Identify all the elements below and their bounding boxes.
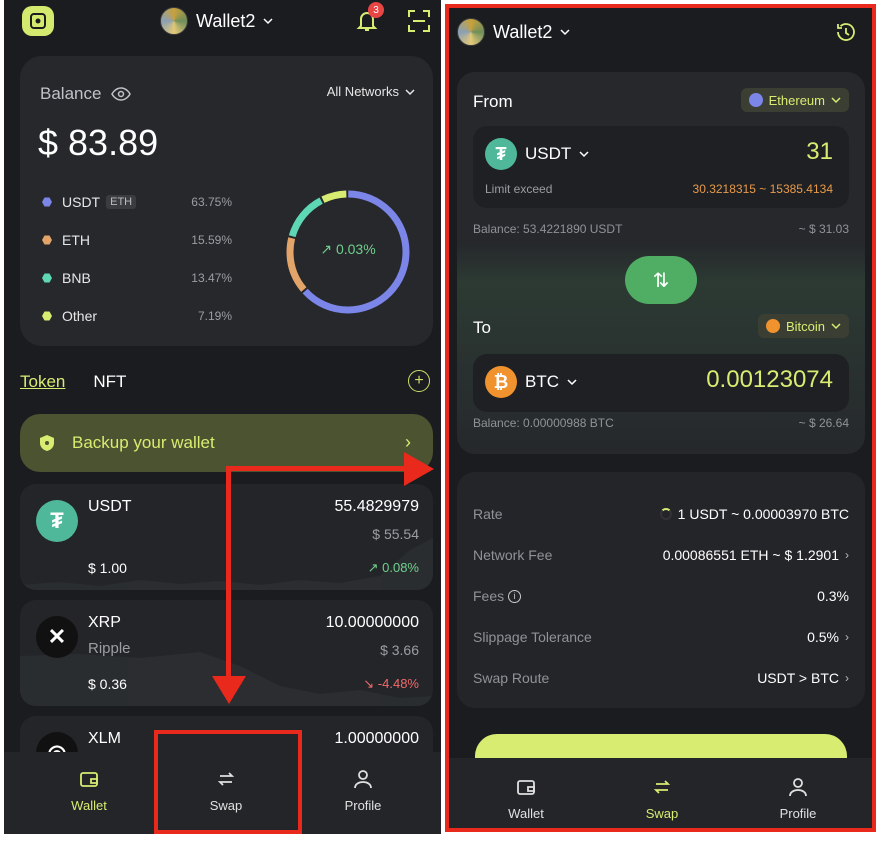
annotation-arrow-right-head xyxy=(404,452,434,486)
tab-token[interactable]: Token xyxy=(20,372,65,392)
asset-tabs: Token NFT xyxy=(20,372,126,392)
token-usd-value: $ 3.66 xyxy=(380,642,419,658)
scan-icon[interactable] xyxy=(406,8,432,34)
profile-icon xyxy=(354,770,372,789)
annotation-swap-screen-highlight xyxy=(445,4,876,832)
nav-wallet[interactable]: Wallet xyxy=(39,768,139,813)
wallet-selector[interactable]: Wallet2 xyxy=(160,6,273,36)
annotation-arrow-down-head xyxy=(212,676,246,704)
balance-change-value: 0.03% xyxy=(335,241,376,257)
allocation-row: USDT ETH 63.75% xyxy=(42,192,232,212)
token-price: $ 0.36 xyxy=(88,676,127,692)
balance-label-text: Balance xyxy=(40,84,102,103)
wallet-name: Wallet2 xyxy=(196,10,256,31)
allocation-dot xyxy=(42,197,52,207)
network-filter[interactable]: All Networks xyxy=(327,84,415,99)
add-token-button[interactable]: + xyxy=(408,370,430,392)
allocation-symbol: USDT xyxy=(62,194,101,210)
annotation-swap-highlight xyxy=(154,730,302,834)
token-symbol: XRP xyxy=(88,614,121,631)
eye-icon[interactable] xyxy=(111,87,132,101)
top-bar: Wallet2 3 xyxy=(4,0,441,44)
nav-profile[interactable]: Profile xyxy=(313,768,413,813)
token-symbol: USDT xyxy=(88,498,132,515)
token-usd-value: $ 55.54 xyxy=(372,526,419,542)
app-logo-icon[interactable] xyxy=(22,6,54,36)
allocation-percent: 7.19% xyxy=(197,309,232,323)
token-amount: 1.00000000 xyxy=(334,730,419,747)
wallet-screen: Wallet2 3 Balance All Networks $ 83.89 U… xyxy=(4,0,441,834)
allocation-tag: ETH xyxy=(106,195,137,209)
allocation-dot xyxy=(42,273,52,283)
backup-label: Backup your wallet xyxy=(72,433,215,452)
screenshot-stage: Wallet2 3 Balance All Networks $ 83.89 U… xyxy=(0,0,877,844)
allocation-dot xyxy=(42,235,52,245)
network-filter-label: All Networks xyxy=(326,84,399,99)
token-change-value: -4.48% xyxy=(377,676,419,691)
annotation-arrow-right-line xyxy=(226,466,412,471)
allocation-dot xyxy=(42,311,52,321)
nav-profile-label: Profile xyxy=(344,798,382,813)
token-amount: 55.4829979 xyxy=(334,498,419,515)
allocation-row: BNB 13.47% xyxy=(42,268,232,288)
xrp-icon: ✕ xyxy=(36,616,78,658)
balance-amount: $ 83.89 xyxy=(38,122,159,163)
annotation-arrow-down-line xyxy=(226,470,231,690)
allocation-percent: 63.75% xyxy=(191,195,232,209)
token-amount: 10.00000000 xyxy=(325,614,419,631)
token-symbol: XLM xyxy=(88,730,121,747)
chevron-down-icon xyxy=(263,18,273,25)
wallet-icon xyxy=(80,772,98,787)
backup-wallet-banner[interactable]: Backup your wallet › xyxy=(20,414,433,472)
allocation-row: Other 7.19% xyxy=(42,306,232,326)
allocation-percent: 13.47% xyxy=(191,271,232,285)
chevron-down-icon xyxy=(405,88,415,95)
balance-card: Balance All Networks $ 83.89 USDT ETH 63… xyxy=(20,56,433,346)
allocation-symbol: Other xyxy=(62,308,98,324)
chevron-right-icon: › xyxy=(405,432,411,452)
token-change: ↗ 0.08% xyxy=(367,560,419,575)
nav-wallet-label: Wallet xyxy=(71,798,107,813)
token-change: ↘ -4.48% xyxy=(363,676,419,691)
token-change-value: 0.08% xyxy=(382,560,419,575)
shield-icon xyxy=(40,435,54,451)
allocation-row: ETH 15.59% xyxy=(42,230,232,250)
usdt-icon: ₮ xyxy=(36,500,78,542)
token-price: $ 1.00 xyxy=(88,560,127,576)
tab-nft[interactable]: NFT xyxy=(93,372,126,392)
balance-label: Balance xyxy=(40,84,132,104)
notification-badge: 3 xyxy=(368,2,384,18)
allocation-percent: 15.59% xyxy=(191,233,232,247)
wallet-avatar xyxy=(160,7,188,35)
allocation-symbol: ETH xyxy=(62,232,90,248)
token-name: Ripple xyxy=(88,640,131,657)
balance-change: ↗ 0.03% xyxy=(320,241,376,257)
allocation-symbol: BNB xyxy=(62,270,91,286)
